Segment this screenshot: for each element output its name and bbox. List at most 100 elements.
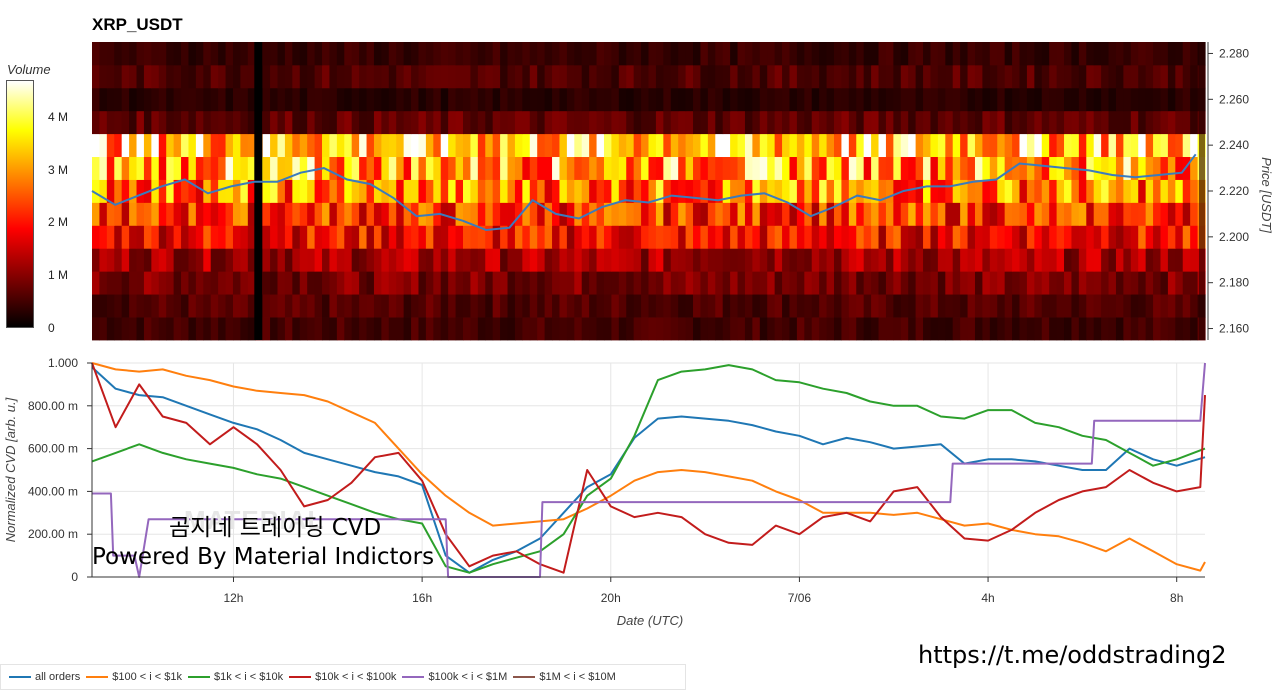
heatmap-cell — [92, 225, 101, 249]
heatmap-cell — [834, 271, 843, 295]
heatmap-cell — [544, 42, 553, 66]
heatmap-cell — [225, 156, 234, 180]
heatmap-cell — [225, 294, 234, 318]
heatmap-cell — [997, 317, 1006, 341]
heatmap-cell — [700, 156, 709, 180]
heatmap-cell — [158, 248, 167, 272]
heatmap-cell — [329, 271, 338, 295]
heatmap-cell — [974, 156, 983, 180]
heatmap-cell — [1064, 317, 1073, 341]
heatmap-cell — [1145, 202, 1154, 226]
heatmap-cell — [440, 317, 449, 341]
heatmap-cell — [329, 64, 338, 89]
heatmap-cell — [885, 179, 894, 203]
legend-item[interactable]: $1k < i < $10k — [187, 671, 283, 683]
heatmap-cell — [559, 317, 568, 341]
legend-item[interactable]: all orders — [9, 671, 80, 683]
heatmap-cell — [655, 294, 664, 318]
legend-item[interactable]: $10k < i < $100k — [289, 671, 396, 683]
heatmap-cell — [744, 64, 753, 89]
heatmap-cell — [1093, 225, 1102, 249]
heatmap-cell — [1175, 317, 1184, 341]
heatmap-cell — [106, 64, 115, 89]
heatmap-cell — [1041, 294, 1050, 318]
heatmap-cell — [618, 271, 627, 295]
heatmap-cell — [129, 110, 138, 135]
heatmap-cell — [99, 110, 108, 135]
legend-item[interactable]: $1M < i < $10M — [513, 671, 616, 683]
heatmap-cell — [759, 225, 768, 249]
heatmap-cell — [1153, 179, 1162, 203]
heatmap-cell — [641, 225, 650, 249]
heatmap-cell — [514, 294, 523, 318]
heatmap-cell — [307, 317, 316, 341]
legend-item[interactable]: $100 < i < $1k — [86, 671, 182, 683]
heatmap-cell — [841, 64, 850, 89]
heatmap-cell — [425, 133, 434, 158]
heatmap-cell — [1004, 87, 1013, 112]
heatmap-cell — [804, 294, 813, 318]
heatmap-cell — [114, 156, 123, 180]
legend-item[interactable]: $100k < i < $1M — [402, 671, 507, 683]
heatmap-cell — [477, 248, 486, 272]
heatmap-cell — [1012, 64, 1021, 89]
heatmap-cell — [277, 225, 286, 249]
heatmap-cell — [678, 87, 687, 112]
heatmap-cell — [129, 202, 138, 226]
cvd-y-tick-label: 0 — [71, 570, 78, 584]
heatmap-cell — [262, 179, 271, 203]
heatmap-cell — [1004, 64, 1013, 89]
heatmap-cell — [989, 64, 998, 89]
heatmap-cell — [997, 133, 1006, 158]
heatmap-cell — [945, 42, 954, 66]
heatmap-cell — [670, 42, 679, 66]
heatmap-cell — [641, 179, 650, 203]
heatmap-cell — [782, 110, 791, 135]
heatmap-cell — [92, 156, 101, 180]
heatmap-cell — [158, 202, 167, 226]
heatmap-cell — [492, 317, 501, 341]
heatmap-cell — [463, 294, 472, 318]
telegram-link[interactable]: https://t.me/oddstrading2 — [918, 641, 1227, 669]
heatmap-cell — [507, 64, 516, 89]
heatmap-cell — [893, 225, 902, 249]
cvd-x-tick-label: 16h — [412, 591, 432, 605]
heatmap-cell — [752, 317, 761, 341]
heatmap-cell — [336, 42, 345, 66]
heatmap-cell — [574, 179, 583, 203]
heatmap-cell — [878, 317, 887, 341]
heatmap-cell — [774, 271, 783, 295]
heatmap-cell — [581, 42, 590, 66]
heatmap-cell — [418, 225, 427, 249]
heatmap-cell — [1145, 133, 1154, 158]
heatmap-cell — [997, 110, 1006, 135]
heatmap-cell — [470, 317, 479, 341]
heatmap-cell — [403, 317, 412, 341]
heatmap-cell — [322, 317, 331, 341]
heatmap-cell — [1078, 271, 1087, 295]
heatmap-cell — [329, 225, 338, 249]
heatmap-cell — [641, 110, 650, 135]
heatmap-cell — [648, 317, 657, 341]
heatmap-cell — [381, 202, 390, 226]
heatmap-cell — [1086, 294, 1095, 318]
heatmap-cell — [351, 42, 360, 66]
heatmap-cell — [834, 133, 843, 158]
heatmap-cell — [425, 294, 434, 318]
heatmap-cell — [1123, 110, 1132, 135]
heatmap-cell — [500, 179, 509, 203]
heatmap-cell — [589, 87, 598, 112]
heatmap-cell — [344, 248, 353, 272]
heatmap-cell — [492, 179, 501, 203]
heatmap-cell — [418, 87, 427, 112]
heatmap-cell — [418, 271, 427, 295]
heatmap-cell — [1190, 317, 1199, 341]
heatmap-cell — [1086, 248, 1095, 272]
heatmap-cell — [923, 317, 932, 341]
heatmap-cell — [871, 317, 880, 341]
heatmap-cell — [937, 156, 946, 180]
heatmap-cell — [923, 179, 932, 203]
heatmap-cell — [1108, 317, 1117, 341]
heatmap-cell — [722, 271, 731, 295]
heatmap-cell — [789, 156, 798, 180]
